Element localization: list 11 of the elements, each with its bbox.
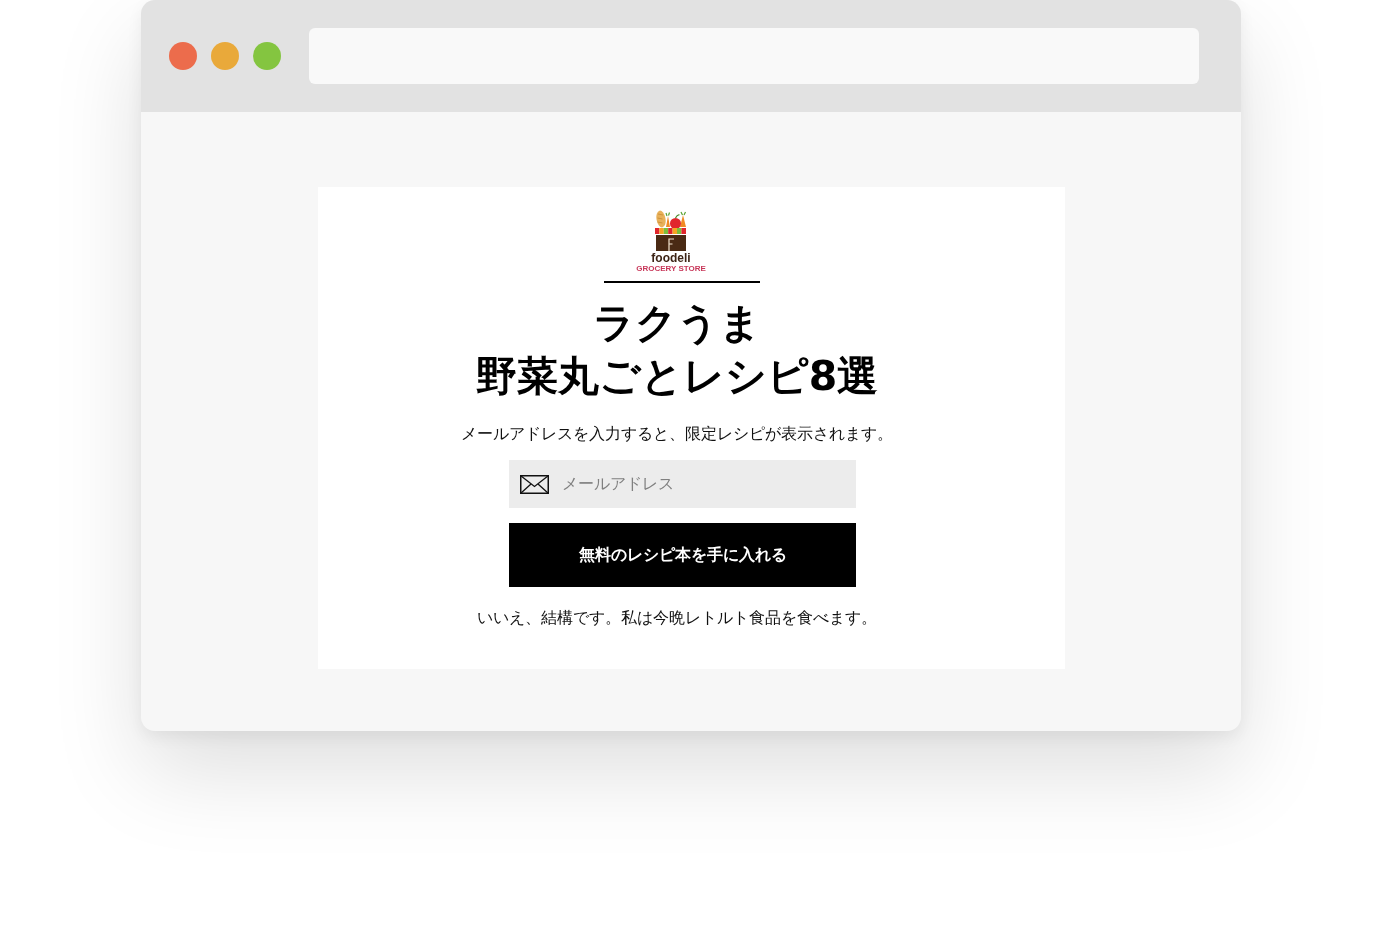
decline-link[interactable]: いいえ、結構です。私は今晩レトルト食品を食べます。 (477, 607, 877, 629)
envelope-icon (520, 475, 549, 494)
logo-wordmark: foodeli (651, 253, 691, 264)
window-control-icon[interactable] (253, 42, 281, 70)
intro-text: メールアドレスを入力すると、限定レシピが表示されます。 (461, 424, 893, 445)
window-control-icon[interactable] (169, 42, 197, 70)
logo-tagline: GROCERY STORE (636, 264, 706, 273)
window-control-icon[interactable] (211, 42, 239, 70)
headline: ラクうま 野菜丸ごとレシピ8選 (475, 298, 879, 402)
email-field[interactable]: メールアドレス (509, 460, 856, 508)
submit-button[interactable]: 無料のレシピ本を手に入れる (509, 523, 856, 587)
